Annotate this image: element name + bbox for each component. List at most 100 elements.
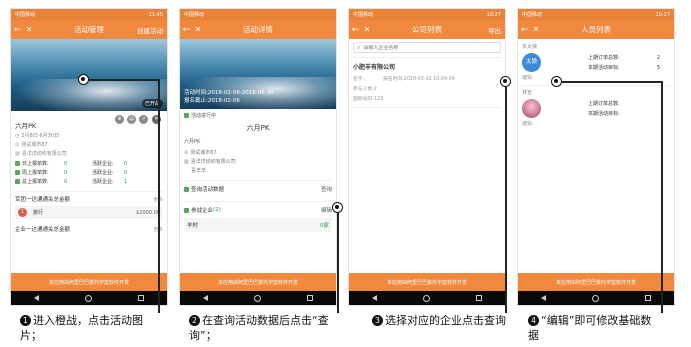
nav-recent-icon[interactable] [307, 295, 313, 301]
activity-status: 活动进行中 [191, 113, 217, 119]
status-badge: 已开战 [141, 99, 163, 108]
nav-recent-icon[interactable] [645, 295, 651, 301]
callout-marker-4 [551, 76, 562, 87]
nav-home-icon[interactable] [592, 294, 599, 302]
query-icon [184, 186, 189, 192]
edit-button[interactable]: 编辑 [522, 120, 670, 127]
city-name: 测试城市87 [190, 150, 217, 156]
chart-icon[interactable]: ▤ [127, 115, 136, 124]
page-title: 活动详情 [243, 25, 273, 34]
share-icon[interactable]: ↗ [139, 115, 148, 124]
close-icon[interactable]: ✕ [362, 25, 372, 34]
create-activity-button[interactable]: 创建活动 [137, 25, 167, 35]
caption-step-4: 4 “编辑”即可修改基础数据 [528, 313, 662, 343]
company-card[interactable]: 小肥羊有限公司 名字: 报名时间:2018-03-02 10:04:04 参与人… [353, 57, 501, 102]
delete-icon[interactable]: ✕ [152, 115, 161, 124]
divider [522, 85, 670, 86]
name-label: 名字: [353, 77, 365, 82]
back-arrow-icon[interactable]: ← [180, 25, 193, 35]
person-name: 喜羊羊 [191, 168, 207, 174]
nav-back-icon[interactable] [372, 295, 377, 301]
footer-bar: 本应用由阿里巴巴委托字篮软件开发 [11, 273, 167, 291]
target-label: 本期活动目标: [588, 65, 620, 71]
crown-icon[interactable]: ♛ [115, 115, 124, 124]
nav-recent-icon[interactable] [138, 295, 144, 301]
nav-home-icon[interactable] [423, 294, 430, 302]
company-icon: ▥ [184, 158, 189, 165]
date-range: 2月8日-6月30日 [21, 133, 60, 139]
site-id: 国际站ID:123 [353, 97, 384, 102]
status-bar: 中国移动 11:45 [11, 9, 167, 20]
rank-row[interactable]: 1 旅行 $2000.00 [15, 206, 163, 219]
stat-row-weekly: 周上报单数: 0 活跃企业: 0 [15, 169, 163, 176]
company-name: 喜洋洋纺织有限公司 [21, 151, 67, 157]
rank-name: 旅行 [33, 210, 44, 216]
carrier-text: 中国移动 [522, 12, 543, 18]
stat-icon [15, 179, 20, 184]
caption-step-3: 3 选择对应的企业点击查询 [372, 313, 506, 328]
caption-step-1: 1 进入橙战，点击活动图片； [20, 313, 158, 343]
stat-icon [15, 161, 20, 166]
nav-back-icon[interactable] [541, 295, 546, 301]
step-text: “编辑”即可修改基础数据 [528, 314, 652, 342]
step-number: 4 [528, 315, 539, 326]
chevron-right-icon[interactable]: › [496, 80, 499, 89]
person-row[interactable]: 上期订单总数: 本期活动目标: [522, 99, 670, 118]
close-icon[interactable]: ✕ [193, 25, 203, 34]
search-input[interactable] [363, 44, 484, 51]
app-bar: ← ✕ 公司列表 导出 [349, 20, 505, 39]
callout-marker-1 [78, 74, 89, 85]
callout-marker-2 [332, 202, 343, 213]
target-value: 5 [656, 64, 660, 71]
city-name: 测试城市87 [21, 142, 48, 148]
phone-staff-list: 中国移动 10:27 ← ✕ 人员列表 东太狼 太狼 上期订单总数: 2 本期活动目… [517, 8, 675, 306]
edit-button[interactable]: 编辑 [321, 206, 332, 214]
calendar-icon: ◷ [15, 132, 20, 139]
app-bar: ← ✕ 活动详情 [180, 20, 336, 39]
page-title: 公司列表 [412, 25, 442, 34]
leader-line-1 [89, 79, 159, 81]
divider [353, 107, 501, 108]
person-row[interactable]: 太狼 上期订单总数: 2 本期活动目标: 5 [522, 53, 670, 72]
person-name: 东太狼 [522, 44, 538, 50]
nav-home-icon[interactable] [254, 294, 261, 302]
query-button[interactable]: 查询 [321, 185, 332, 193]
edit-button[interactable]: 编辑 [522, 74, 670, 81]
clock-text: 11:45 [148, 11, 163, 18]
rank-amount: $2000.00 [136, 209, 160, 216]
back-arrow-icon[interactable]: ← [349, 25, 362, 35]
group-count: 0家 [320, 223, 329, 229]
participant-count: 参与人数:2 [353, 87, 377, 92]
footer-bar: 本应用由阿里巴巴委托字篮软件开发 [518, 273, 674, 291]
pk-name-small: 六月PK [184, 139, 201, 145]
leader-line-1 [158, 79, 160, 313]
close-icon[interactable]: ✕ [24, 25, 34, 34]
company-name: 喜洋洋纺织有限公司 [190, 159, 236, 165]
phone-activity-detail: 中国移动 ← ✕ 活动详情 活动时间:2018-02-08-2018-06-30… [179, 8, 337, 306]
stat-icon [15, 170, 20, 175]
caption-step-2: 2 在查询活动数据后点击“查询”； [189, 313, 337, 343]
activity-banner-image[interactable]: 已开战 [11, 39, 167, 111]
search-box[interactable]: ⌕ [353, 42, 501, 53]
company-group-row[interactable]: 羊村 0家 [184, 218, 332, 232]
phone-activity-management: 中国移动 11:45 ← ✕ 活动管理 创建活动 已开战 ♛ ▤ ↗ ✕ 六月PK… [10, 8, 168, 306]
orders-label: 上期订单总数: [588, 55, 620, 61]
avatar [522, 99, 541, 118]
nav-back-icon[interactable] [203, 295, 208, 301]
status-bar: 中国移动 [180, 9, 336, 20]
leader-line-3 [505, 87, 507, 313]
footer-bar: 本应用由阿里巴巴委托字篮软件开发 [349, 273, 505, 291]
nav-home-icon[interactable] [85, 294, 92, 302]
step-number: 3 [372, 315, 383, 326]
system-nav-bar [180, 291, 336, 305]
back-arrow-icon[interactable]: ← [518, 25, 531, 35]
query-data-label: 查询活动数据 [191, 187, 225, 193]
export-button[interactable]: 导出 [488, 25, 505, 35]
nav-back-icon[interactable] [34, 295, 39, 301]
footer-bar: 本应用由阿里巴巴委托字篮软件开发 [180, 273, 336, 291]
search-icon: ⌕ [357, 43, 361, 51]
nav-recent-icon[interactable] [476, 295, 482, 301]
pk-title: 六月PK [246, 124, 270, 132]
back-arrow-icon[interactable]: ← [11, 25, 24, 35]
close-icon[interactable]: ✕ [531, 25, 541, 34]
